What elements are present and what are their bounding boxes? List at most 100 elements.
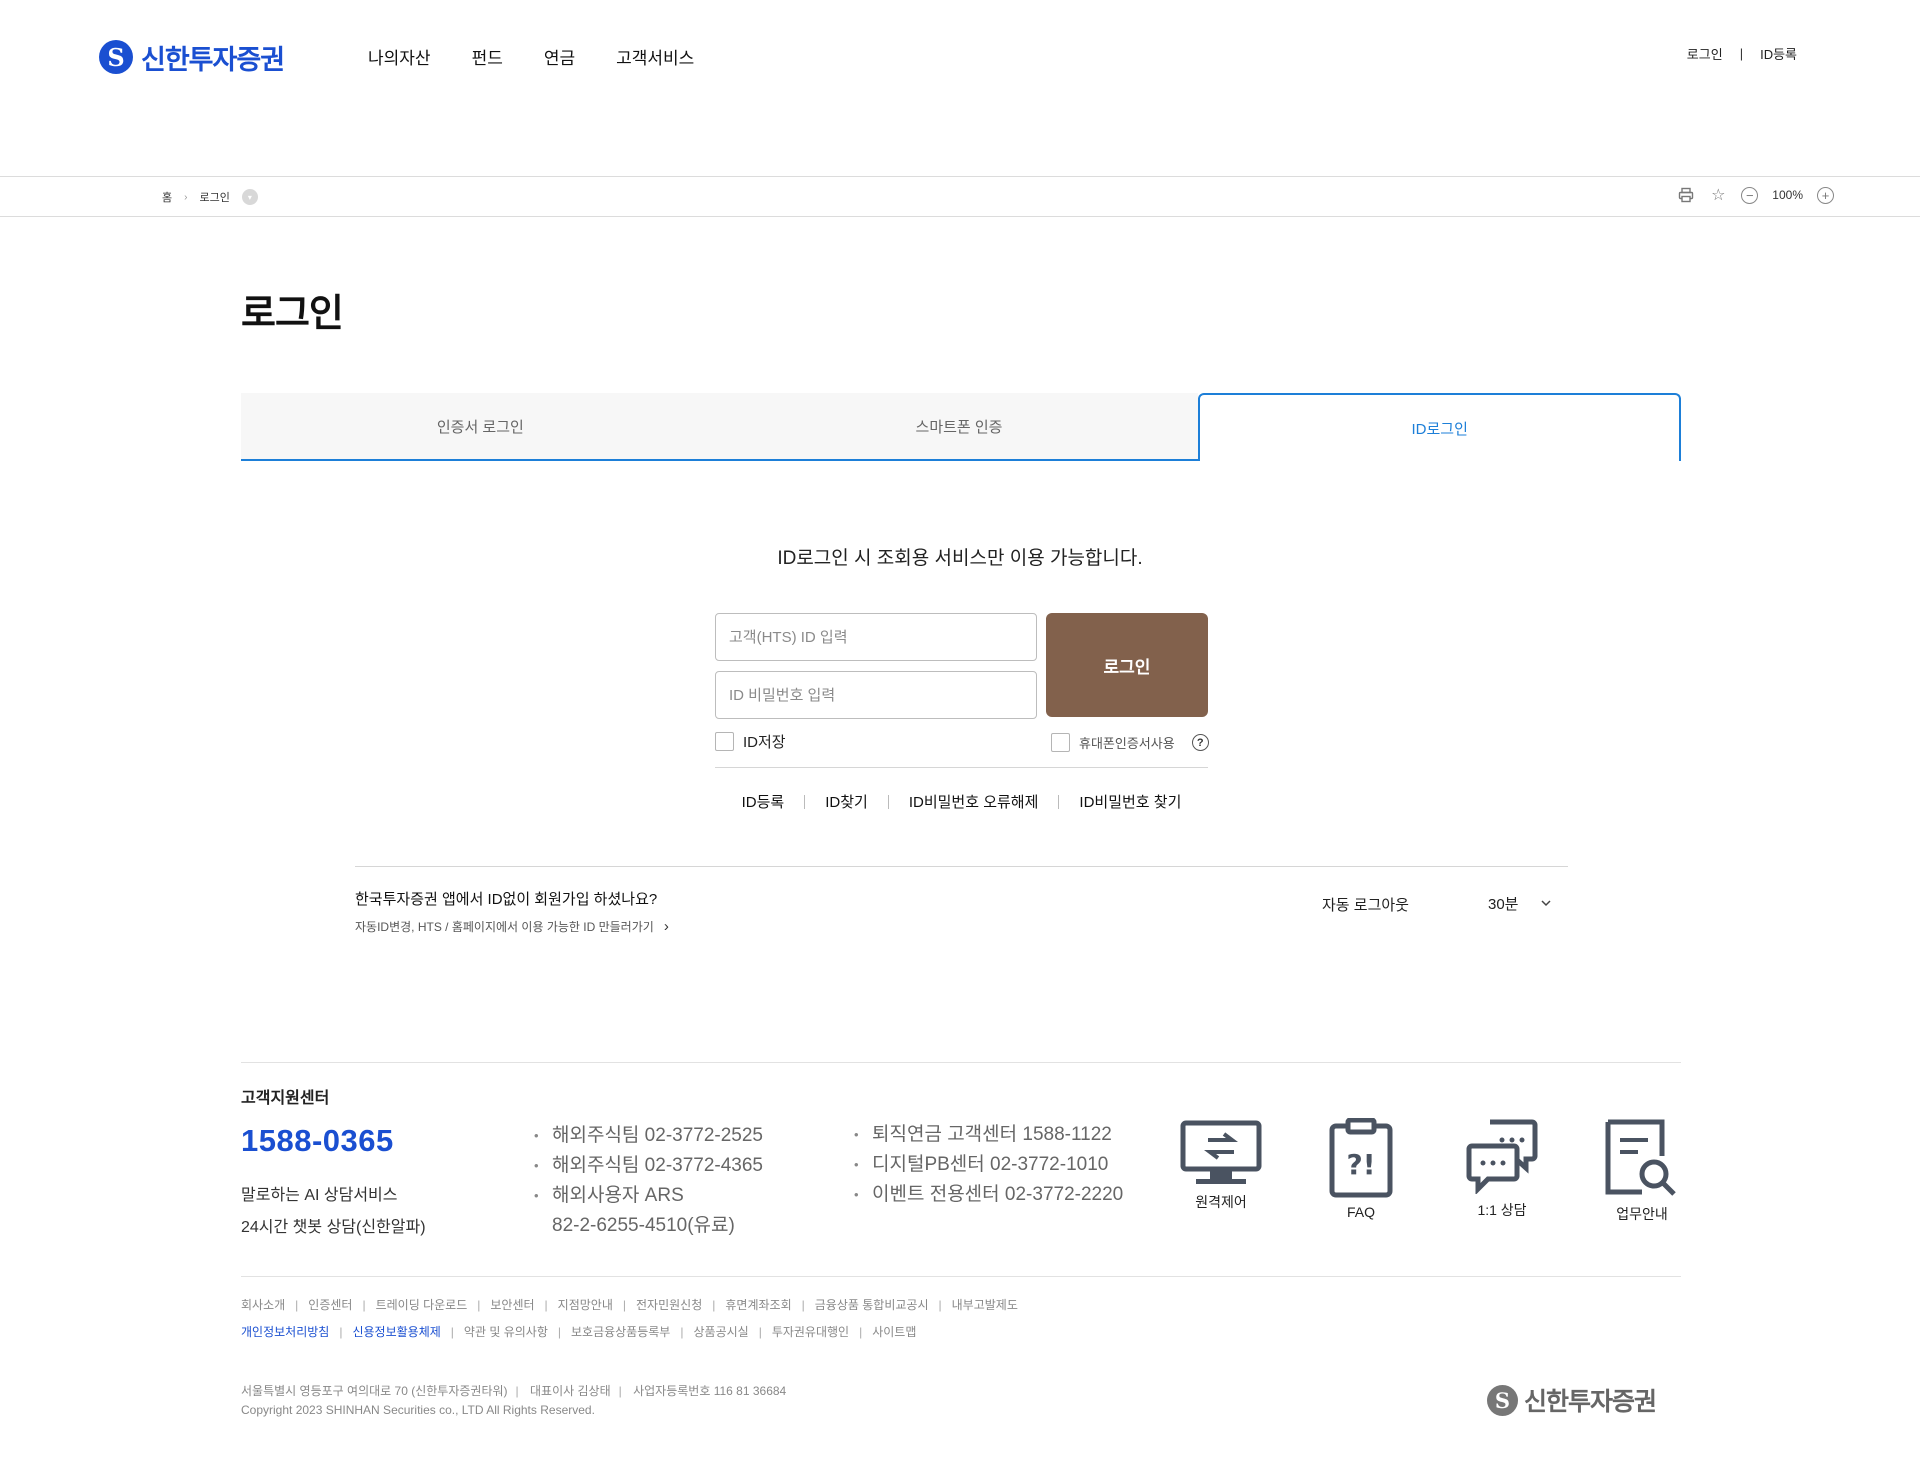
- document-search-icon: [1605, 1119, 1676, 1196]
- remote-control-label: 원격제어: [1195, 1194, 1247, 1210]
- nav-item-assets[interactable]: 나의자산: [368, 44, 431, 69]
- copyright: Copyright 2023 SHINHAN Securities co., L…: [241, 1403, 595, 1417]
- breadcrumb-current: 로그인: [199, 192, 230, 204]
- remote-control-icon: [1180, 1120, 1262, 1184]
- footer-link[interactable]: 지점망안내: [558, 1296, 613, 1313]
- faq-label: FAQ: [1346, 1204, 1375, 1220]
- svg-text:?!: ?!: [1346, 1148, 1375, 1181]
- footer-link[interactable]: 인증센터: [308, 1296, 352, 1313]
- business-guide-label: 업무안내: [1616, 1206, 1668, 1222]
- logo-text: 신한투자증권: [141, 44, 285, 75]
- favorite-star-icon[interactable]: ☆: [1709, 186, 1727, 204]
- company-biz-no: 사업자등록번호 116 81 36684: [633, 1384, 787, 1398]
- footer-link[interactable]: 금융상품 통합비교공시: [815, 1296, 929, 1313]
- contact-item: 해외주식팀 02-3772-4365: [534, 1151, 763, 1181]
- chatbot-line: 24시간 챗봇 상담(신한알파): [241, 1219, 426, 1236]
- footer-links-row-2: 개인정보처리방침 | 신용정보활용체제 | 약관 및 유의사항 | 보호금융상품등록부…: [241, 1323, 917, 1340]
- help-icon[interactable]: ?: [1191, 734, 1209, 751]
- privacy-policy-link[interactable]: 개인정보처리방침: [241, 1323, 329, 1340]
- util-register-link[interactable]: ID등록: [1760, 44, 1797, 63]
- footer-link[interactable]: 내부고발제도: [952, 1296, 1018, 1313]
- logo-mark-icon: S: [99, 40, 133, 74]
- tab-id-login[interactable]: ID로그인: [1198, 393, 1682, 461]
- faq-button[interactable]: ?! FAQ: [1306, 1118, 1416, 1220]
- contact-list-2: 퇴직연금 고객센터 1588-1122 디지털PB센터 02-3772-1010…: [854, 1120, 1123, 1210]
- consult-button[interactable]: 1:1 상담: [1447, 1118, 1557, 1220]
- tab-smartphone-auth[interactable]: 스마트폰 인증: [719, 393, 1199, 459]
- zoom-out-icon[interactable]: −: [1741, 186, 1759, 204]
- zoom-in-icon[interactable]: +: [1817, 186, 1834, 204]
- id-input[interactable]: [715, 613, 1037, 661]
- footer-link[interactable]: 보호금융상품등록부: [571, 1323, 670, 1340]
- auto-logout-select[interactable]: 30분: [1488, 893, 1551, 914]
- promo-link-text[interactable]: 자동ID변경, HTS / 홈페이지에서 이용 가능한 ID 만들러가기: [355, 918, 654, 935]
- breadcrumb-dropdown-icon[interactable]: ▾: [241, 189, 258, 205]
- save-id-checkbox[interactable]: ID저장: [715, 731, 786, 752]
- company-ceo: 대표이사 김상태: [530, 1384, 611, 1398]
- nav-item-pension[interactable]: 연금: [544, 44, 575, 69]
- promo-link[interactable]: 자동ID변경, HTS / 홈페이지에서 이용 가능한 ID 만들러가기 ›: [355, 918, 669, 935]
- contact-list-1: 해외주식팀 02-3772-2525 해외주식팀 02-3772-4365 해외…: [534, 1121, 763, 1241]
- page-tools: ☆ − 100% +: [1677, 186, 1834, 204]
- tab-certificate-login[interactable]: 인증서 로그인: [241, 393, 720, 459]
- nav-item-customer-service[interactable]: 고객서비스: [616, 44, 694, 69]
- company-address: 서울특별시 영등포구 여의대로 70 (신한투자증권타워): [241, 1384, 508, 1398]
- contact-item: 디지털PB센터 02-3772-1010: [854, 1150, 1123, 1180]
- customer-center-title: 고객지원센터: [241, 1090, 330, 1107]
- promo-title: 한국투자증권 앱에서 ID없이 회원가입 하셨나요?: [355, 891, 658, 908]
- footer-divider: [241, 1062, 1681, 1063]
- business-guide-button[interactable]: 업무안내: [1587, 1118, 1697, 1224]
- util-separator: |: [1739, 46, 1744, 61]
- footer-link[interactable]: 회사소개: [241, 1296, 285, 1313]
- breadcrumb-arrow-icon: ›: [184, 191, 188, 203]
- footer-link[interactable]: 휴면계좌조회: [725, 1296, 791, 1313]
- chevron-right-icon: ›: [663, 918, 669, 935]
- faq-icon: ?!: [1329, 1118, 1393, 1198]
- form-divider: [715, 767, 1208, 768]
- contact-item: 퇴직연금 고객센터 1588-1122: [854, 1120, 1123, 1150]
- footer-link[interactable]: 사이트맵: [872, 1323, 916, 1340]
- util-menu: 로그인 | ID등록: [1687, 44, 1797, 63]
- login-tabs: 인증서 로그인 스마트폰 인증 ID로그인: [241, 393, 1682, 461]
- link-separator: [804, 794, 806, 809]
- mobile-cert-checkbox[interactable]: 휴대폰인증서사용 ?: [1051, 733, 1209, 752]
- footer-link[interactable]: 약관 및 유의사항: [464, 1323, 548, 1340]
- find-password-link[interactable]: ID비밀번호 찾기: [1079, 791, 1181, 812]
- account-links: ID등록 ID찾기 ID비밀번호 오류해제 ID비밀번호 찾기: [715, 791, 1208, 812]
- print-icon[interactable]: [1677, 186, 1695, 204]
- id-register-link[interactable]: ID등록: [742, 791, 785, 812]
- ai-service-info: 말로하는 AI 상담서비스 24시간 챗봇 상담(신한알파): [241, 1180, 426, 1244]
- footer-link[interactable]: 투자권유대행인: [772, 1323, 849, 1340]
- footer-logo-mark-icon: S: [1487, 1384, 1518, 1416]
- mobile-cert-box[interactable]: [1051, 733, 1070, 752]
- credit-info-link[interactable]: 신용정보활용체제: [352, 1323, 440, 1340]
- find-id-link[interactable]: ID찾기: [825, 791, 868, 812]
- contact-item: 이벤트 전용센터 02-3772-2220: [854, 1180, 1123, 1210]
- mobile-cert-label: 휴대폰인증서사용: [1079, 736, 1175, 751]
- unlock-password-link[interactable]: ID비밀번호 오류해제: [909, 791, 1039, 812]
- save-id-box[interactable]: [715, 732, 734, 751]
- link-separator: [887, 794, 889, 809]
- breadcrumb-bar: 홈 › 로그인 ▾ ☆ − 100% +: [0, 176, 1920, 217]
- site-header: S 신한투자증권 나의자산 펀드 연금 고객서비스 로그인 | ID등록: [0, 0, 1920, 176]
- footer-link[interactable]: 상품공시실: [693, 1323, 748, 1340]
- page-title: 로그인: [241, 293, 344, 335]
- footer-link[interactable]: 트레이딩 다운로드: [376, 1296, 468, 1313]
- util-login-link[interactable]: 로그인: [1687, 44, 1723, 63]
- brand-logo[interactable]: S 신한투자증권: [99, 38, 285, 76]
- auto-logout-label: 자동 로그아웃: [1322, 897, 1409, 914]
- login-notice: ID로그인 시 조회용 서비스만 이용 가능합니다.: [777, 548, 1143, 569]
- footer-logo: S 신한투자증권: [1487, 1382, 1657, 1418]
- breadcrumb-home[interactable]: 홈: [162, 189, 172, 205]
- remote-control-button[interactable]: 원격제어: [1166, 1118, 1276, 1212]
- footer-logo-text: 신한투자증권: [1524, 1388, 1657, 1416]
- chat-consult-icon: [1466, 1119, 1538, 1194]
- zoom-level: 100%: [1772, 188, 1803, 202]
- password-input[interactable]: [715, 671, 1037, 719]
- nav-item-fund[interactable]: 펀드: [472, 44, 503, 69]
- footer-link[interactable]: 보안센터: [490, 1296, 534, 1313]
- footer-link[interactable]: 전자민원신청: [636, 1296, 702, 1313]
- save-id-label: ID저장: [743, 734, 786, 751]
- login-button[interactable]: 로그인: [1046, 613, 1208, 717]
- main-nav: 나의자산 펀드 연금 고객서비스: [368, 44, 694, 69]
